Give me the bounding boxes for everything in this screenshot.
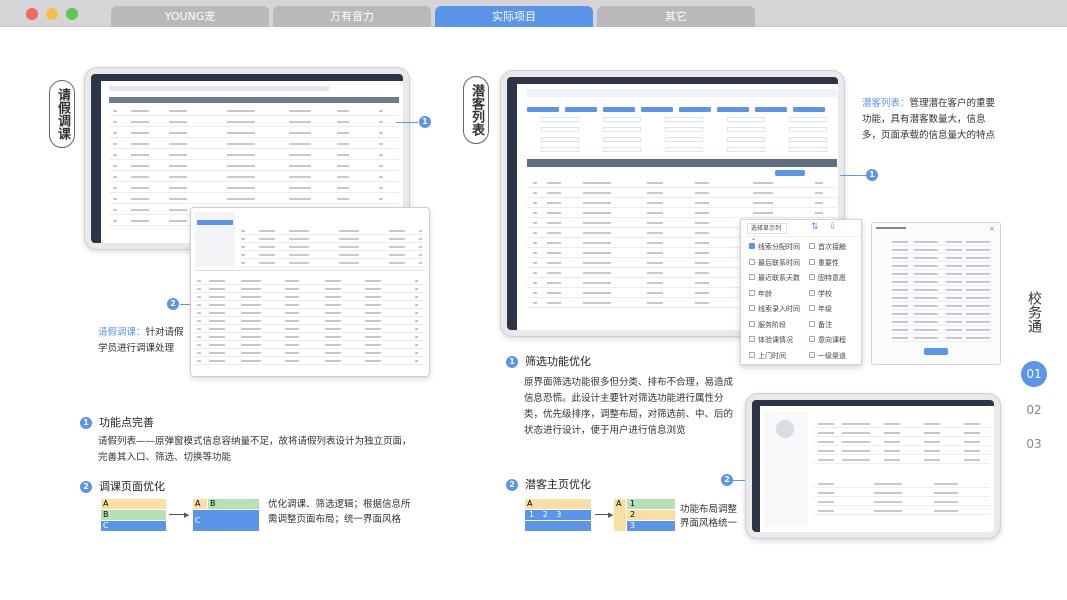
table-row <box>892 293 992 294</box>
table-row <box>195 340 425 341</box>
callout-1-leave: 1 <box>419 116 431 128</box>
note-1-left-body: 请假列表——原弹窗模式信息容纳量不足，故将请假列表设计为独立页面，完善其入口、筛… <box>98 436 412 463</box>
table-row <box>195 308 425 309</box>
page-02[interactable]: 02 <box>1022 403 1046 417</box>
table-row <box>239 234 425 235</box>
leads-description: 潜客列表：管理潜在客户的重要功能，具有潜客数量大，信息多，页面承载的信息量大的特… <box>862 98 996 141</box>
sidebar-title: 校务通 <box>1026 291 1042 333</box>
table-row <box>814 496 990 497</box>
table-row <box>527 187 837 188</box>
table-row <box>195 300 425 301</box>
table-row <box>814 487 990 488</box>
table-row <box>892 333 992 334</box>
table-row <box>527 217 837 218</box>
table-row <box>814 445 990 446</box>
filter-select[interactable]: 选择显示列 ⌄ <box>747 223 787 242</box>
table-row <box>814 463 990 464</box>
table-row <box>892 325 992 326</box>
tab-young[interactable]: YOUNG宠 <box>111 6 269 27</box>
avatar <box>776 420 794 438</box>
table-row <box>109 181 399 182</box>
leave-description: 请假调课：针对请假学员进行调课处理 <box>98 327 184 354</box>
table-row <box>195 316 425 317</box>
window-titlebar: YOUNG宠 万有音力 实际项目 其它 <box>0 0 1067 27</box>
section-title-leave: 请假调课 <box>49 80 75 148</box>
table-row <box>195 324 425 325</box>
maximize-icon[interactable] <box>66 8 78 20</box>
table-row <box>195 284 425 285</box>
tab-projects[interactable]: 实际项目 <box>435 6 593 27</box>
section-title-leads: 潜客列表 <box>463 76 489 144</box>
tab-wanyou[interactable]: 万有音力 <box>273 6 431 27</box>
note-2-right-heading: 2 潜客主页优化 <box>506 478 591 492</box>
note-2-left-heading: 2 调课页面优化 <box>80 480 165 494</box>
table-row <box>814 514 990 515</box>
table-row <box>195 332 425 333</box>
note-1-right-heading: 1 筛选功能优化 <box>506 355 591 369</box>
table-row <box>109 148 399 149</box>
table-row <box>109 137 399 138</box>
table-row <box>109 159 399 160</box>
close-icon[interactable]: × <box>989 225 995 233</box>
table-row <box>195 348 425 349</box>
download-icon[interactable]: ⇩ <box>829 222 837 232</box>
callout-2-leave: 2 <box>167 298 179 310</box>
tab-other[interactable]: 其它 <box>597 6 755 27</box>
table-row <box>892 261 992 262</box>
table-row <box>109 170 399 171</box>
note-2-left-body: 优化调课、筛选逻辑；根据信息所需调整页面布局；统一界面风格 <box>268 499 411 525</box>
table-row <box>239 242 425 243</box>
table-row <box>892 269 992 270</box>
table-row <box>892 309 992 310</box>
table-row <box>109 115 399 116</box>
table-row <box>892 341 992 342</box>
table-row <box>109 192 399 193</box>
table-row <box>892 317 992 318</box>
note-1-right-body: 原界面筛选功能很多但分类、排布不合理，易造成信息恐慌。此设计主要针对筛选功能进行… <box>524 377 734 436</box>
column-filter-popup: 选择显示列 ⌄ ⇅ ⇩ 线索分配时间 首次接触 最后联系时间 重要性 最近联系天数 固特意… <box>740 219 862 365</box>
page-01[interactable]: 01 <box>1021 361 1047 387</box>
adjust-class-screenshot <box>190 207 430 377</box>
table-row <box>527 197 837 198</box>
lead-form-dialog: × <box>871 222 1001 365</box>
table-row <box>814 505 990 506</box>
table-row <box>892 301 992 302</box>
filter-icon[interactable]: ⇅ <box>811 222 819 232</box>
note-2-right-body: 功能布局调整界面风格统一 <box>680 504 738 529</box>
table-row <box>892 245 992 246</box>
table-row <box>814 427 990 428</box>
page-03[interactable]: 03 <box>1022 437 1046 451</box>
table-row <box>892 285 992 286</box>
table-row <box>527 207 837 208</box>
close-icon[interactable] <box>26 8 38 20</box>
table-row <box>195 356 425 357</box>
table-row <box>239 266 425 267</box>
minimize-icon[interactable] <box>46 8 58 20</box>
table-row <box>892 253 992 254</box>
table-row <box>195 364 425 365</box>
submit-button[interactable] <box>924 348 948 355</box>
table-row <box>109 203 399 204</box>
table-row <box>239 250 425 251</box>
note-1-left-heading: 1 功能点完善 <box>80 416 154 430</box>
callout-1-leads: 1 <box>866 169 878 181</box>
table-row <box>892 277 992 278</box>
table-row <box>109 126 399 127</box>
table-row <box>195 292 425 293</box>
table-row <box>814 436 990 437</box>
table-row <box>814 454 990 455</box>
callout-2-leads: 2 <box>721 474 733 486</box>
table-row <box>239 258 425 259</box>
lead-homepage-screenshot <box>745 393 1001 539</box>
